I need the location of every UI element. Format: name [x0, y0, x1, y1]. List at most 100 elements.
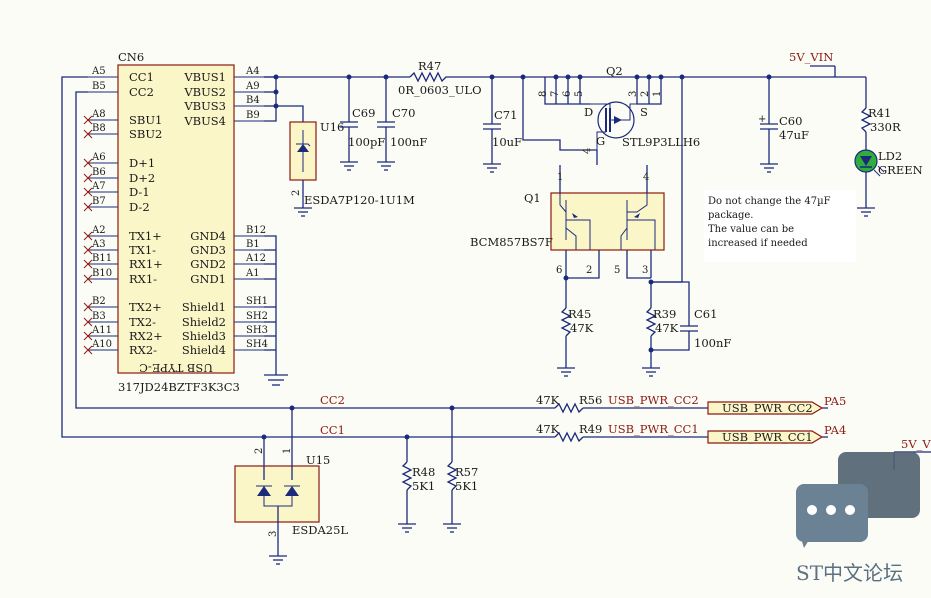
resistor-r47[interactable]: R47 0R_0603_ULO [398, 59, 482, 97]
svg-text:47K: 47K [536, 393, 560, 407]
resistor-r57[interactable]: R57 5K1 [443, 408, 478, 533]
pin-name: D+1 [129, 156, 155, 170]
pin-number: B11 [92, 253, 112, 264]
pin-number: A1 [245, 268, 260, 279]
svg-text:3: 3 [642, 265, 648, 276]
pin-number: B12 [246, 225, 266, 236]
junction [489, 74, 495, 80]
c71-ref: C71 [494, 108, 517, 122]
q1-ref: Q1 [524, 191, 541, 205]
svg-text:USB_PWR_CC2: USB_PWR_CC2 [722, 401, 813, 415]
capacitor-c71[interactable]: C71 10uF [483, 74, 522, 173]
r39-value: 47K [655, 321, 679, 335]
pin-number: B5 [92, 81, 106, 92]
svg-text:3: 3 [268, 531, 279, 537]
transistor-q1[interactable]: Q1 BCM857BS7F 1 4 6 2 5 3 [470, 74, 685, 283]
pin-number: A12 [245, 253, 266, 264]
cn6-ref: CN6 [118, 50, 144, 64]
c69-ref: C69 [352, 106, 375, 120]
pin-number: SH2 [246, 311, 268, 322]
cn6-part: 317JD24BZTF3K3C3 [118, 380, 240, 394]
pin-number: B2 [92, 296, 106, 307]
pin-number: B1 [246, 239, 260, 250]
svg-text:The value can be: The value can be [708, 224, 794, 235]
r45-value: 47K [570, 321, 594, 335]
svg-text:2: 2 [586, 265, 592, 276]
gnd-symbol [294, 207, 312, 217]
svg-text:R57: R57 [455, 465, 478, 479]
pin-name: Shield4 [182, 343, 226, 357]
cn6-body-label: USB TYPE-C [139, 361, 213, 375]
c71-value: 10uF [492, 135, 522, 149]
resistor-r48[interactable]: R48 5K1 [398, 437, 435, 533]
u16-pin2: 2 [291, 190, 302, 196]
led-ld2[interactable]: LD2 GREEN [854, 149, 923, 217]
c60-value: 47uF [779, 128, 809, 142]
resistor-r45[interactable]: R45 47K [557, 275, 594, 377]
pin-name: D-1 [129, 185, 150, 199]
pin-name: VBUS3 [183, 99, 226, 113]
q2-s: S [640, 105, 648, 119]
svg-text:6: 6 [556, 265, 562, 276]
q2-ref: Q2 [606, 64, 623, 78]
svg-text:PA4: PA4 [824, 423, 846, 437]
ld2-value: GREEN [878, 163, 923, 177]
q2-g: G [596, 134, 605, 148]
pin-number: B4 [246, 95, 260, 106]
pin-name: RX2+ [129, 329, 163, 343]
wire-vbus-join [264, 76, 277, 122]
junction [346, 74, 352, 80]
pin-number: SH3 [246, 325, 268, 336]
pin-number: B8 [92, 123, 106, 134]
pin-number: B9 [246, 110, 260, 121]
capacitor-c60[interactable]: + C60 47uF [758, 74, 809, 173]
q2-part: STL9P3LLH6 [622, 135, 700, 149]
pin-name: D-2 [129, 200, 150, 214]
resistor-r39[interactable]: R39 47K [642, 279, 679, 377]
c60-ref: C60 [779, 114, 802, 128]
pin-name: TX2- [129, 315, 156, 329]
pin-name: RX1+ [129, 257, 163, 271]
svg-text:4: 4 [582, 148, 593, 154]
r47-value: 0R_0603_ULO [398, 83, 482, 97]
svg-text:5K1: 5K1 [455, 479, 478, 493]
net-cc2: CC2 47K R56 USB_PWR_CC2 USB_PWR_CC2 PA5 [289, 393, 846, 415]
c60-plus: + [758, 114, 766, 125]
watermark-text: ST中文论坛 [796, 561, 903, 585]
pin-number: A6 [91, 152, 106, 163]
r45-ref: R45 [568, 307, 591, 321]
junction [383, 74, 389, 80]
svg-text:5V_V: 5V_V [901, 437, 931, 451]
pin-number: B10 [92, 268, 112, 279]
connector-cn6[interactable]: CN6 USB TYPE-C 317JD24BZTF3K3C3 A5 CC1 B5 C… [83, 50, 268, 394]
c70-ref: C70 [392, 106, 415, 120]
pin-number: B7 [92, 196, 106, 207]
c61-value: 100nF [694, 336, 731, 350]
pin-name: GND4 [190, 229, 226, 243]
pin-name: CC1 [129, 70, 154, 84]
resistor-r41[interactable]: R41 330R [860, 77, 901, 150]
c69-value: 100pF [348, 135, 385, 149]
svg-text:CC2: CC2 [320, 393, 345, 407]
junction [273, 103, 279, 109]
schematic-svg: CN6 USB TYPE-C 317JD24BZTF3K3C3 A5 CC1 B5 C… [61, 50, 931, 585]
svg-text:1: 1 [557, 172, 563, 183]
pin-number: A4 [245, 66, 260, 77]
junction [273, 89, 279, 95]
svg-text:package.: package. [708, 210, 753, 221]
svg-text:PA5: PA5 [824, 394, 846, 408]
svg-text:ESDA25L: ESDA25L [292, 523, 348, 537]
pin-number: A5 [91, 66, 106, 77]
r41-value: 330R [870, 120, 901, 134]
pin-name: CC2 [129, 85, 154, 99]
pin-number: SH4 [246, 339, 268, 350]
pin-name: GND2 [190, 257, 226, 271]
pin-name: GND1 [190, 272, 226, 286]
svg-text:5: 5 [614, 265, 620, 276]
svg-text:increased if needed: increased if needed [708, 238, 808, 249]
svg-text:USB_PWR_CC2: USB_PWR_CC2 [608, 393, 699, 407]
q2-d: D [584, 105, 593, 119]
wire-u16 [276, 105, 304, 122]
pin-number: A11 [91, 325, 112, 336]
pin-number: A3 [91, 239, 106, 250]
